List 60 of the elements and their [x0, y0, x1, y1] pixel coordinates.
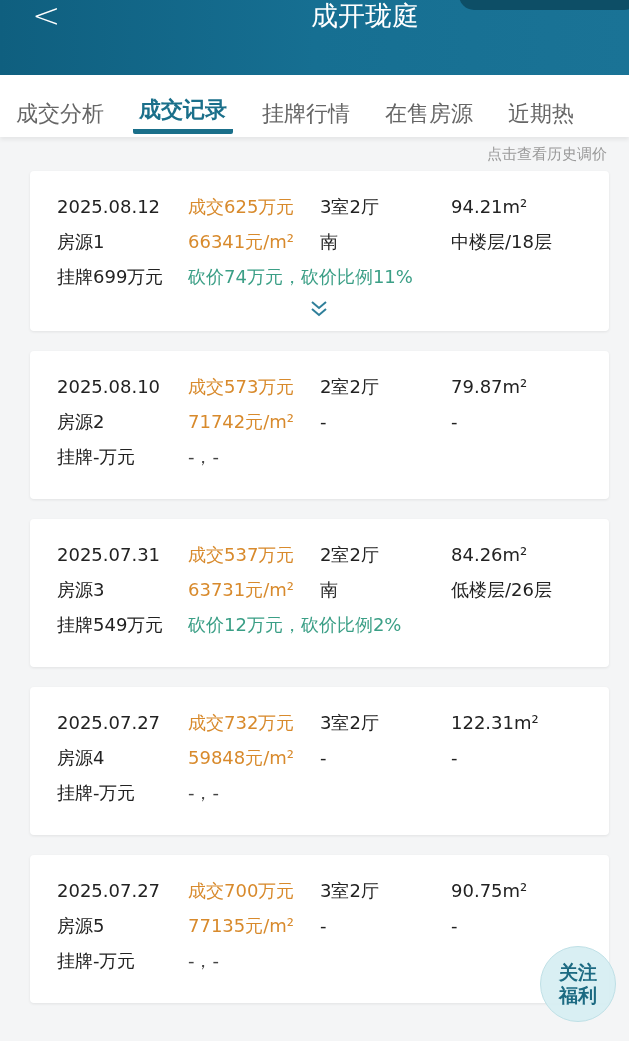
unit-price: 71742元/m²: [188, 410, 296, 434]
page-title: 成开珑庭: [310, 0, 419, 32]
floor-area: 122.31m²: [451, 711, 601, 735]
listing-price: 挂牌-万元: [57, 781, 137, 805]
floor-level: 低楼层/26层: [451, 578, 553, 602]
tab[interactable]: 成交记录: [133, 75, 233, 134]
unit-price: 77135元/m²: [188, 914, 296, 938]
deal-date: 2025.07.27: [57, 879, 162, 903]
orientation: 南: [320, 230, 339, 254]
orientation: -: [320, 914, 328, 938]
room-layout: 2室2厅: [320, 375, 380, 399]
tab[interactable]: 成交分析: [16, 75, 104, 137]
price-cut: -，-: [188, 446, 219, 467]
listing-source: 房源2: [57, 410, 106, 434]
deal-date: 2025.07.27: [57, 711, 162, 735]
listing-source: 房源1: [57, 230, 106, 254]
price-cut: 砍价74万元，砍价比例11%: [188, 266, 413, 287]
deal-price: 成交700万元: [188, 879, 296, 903]
orientation: 南: [320, 578, 339, 602]
tab[interactable]: 挂牌行情: [262, 75, 350, 137]
orientation: -: [320, 410, 328, 434]
listing-source: 房源5: [57, 914, 106, 938]
deal-price: 成交537万元: [188, 543, 296, 567]
unit-price: 59848元/m²: [188, 746, 296, 770]
floor-area: 84.26m²: [451, 543, 601, 567]
deal-price: 成交573万元: [188, 375, 296, 399]
deal-price: 成交625万元: [188, 195, 296, 219]
double-chevron-icon[interactable]: [309, 299, 329, 319]
floor-level: -: [451, 746, 459, 770]
floor-area: 79.87m²: [451, 375, 601, 399]
floor-level: -: [451, 410, 459, 434]
listing-source: 房源4: [57, 746, 106, 770]
back-button[interactable]: <: [32, 0, 61, 30]
tab[interactable]: 在售房源: [385, 75, 473, 137]
listing-source: 房源3: [57, 578, 106, 602]
listing-price: 挂牌699万元: [57, 265, 165, 289]
listing-price: 挂牌-万元: [57, 949, 137, 973]
price-cut: -，-: [188, 782, 219, 803]
room-layout: 3室2厅: [320, 195, 380, 219]
hint-text: 点击查看历史调价: [487, 144, 607, 164]
orientation: -: [320, 746, 328, 770]
room-layout: 3室2厅: [320, 711, 380, 735]
unit-price: 63731元/m²: [188, 578, 296, 602]
deal-price: 成交732万元: [188, 711, 296, 735]
unit-price: 66341元/m²: [188, 230, 296, 254]
deal-date: 2025.08.10: [57, 375, 162, 399]
listing-price: 挂牌-万元: [57, 445, 137, 469]
floor-area: 90.75m²: [451, 879, 601, 903]
room-layout: 3室2厅: [320, 879, 380, 903]
floor-level: -: [451, 914, 459, 938]
deal-date: 2025.08.12: [57, 195, 162, 219]
room-layout: 2室2厅: [320, 543, 380, 567]
floor-area: 94.21m²: [451, 195, 601, 219]
follow-benefits-button[interactable]: 关注 福利: [540, 946, 616, 1022]
listing-price: 挂牌549万元: [57, 613, 165, 637]
deal-date: 2025.07.31: [57, 543, 162, 567]
tab[interactable]: 近期热: [508, 75, 574, 137]
price-cut: 砍价12万元，砍价比例2%: [188, 614, 402, 635]
price-cut: -，-: [188, 950, 219, 971]
floor-level: 中楼层/18层: [451, 230, 553, 254]
